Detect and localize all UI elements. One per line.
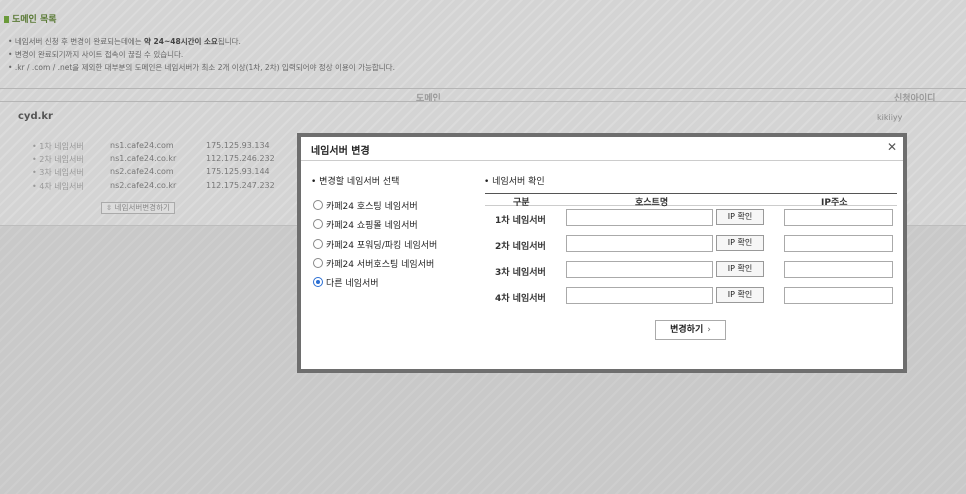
- notice-item: 네임서버 신청 후 변경이 완료되는데에는 약 24~48시간이 소요됩니다.: [8, 35, 395, 48]
- nameserver-change-dialog: 네임서버 변경 ✕ 변경할 네임서버 선택 카페24 호스팅 네임서버 카페24…: [297, 133, 907, 373]
- dialog-header: 네임서버 변경 ✕: [301, 137, 903, 161]
- radio-icon[interactable]: [313, 239, 323, 249]
- notice-item: .kr / .com / .net을 제외한 대부분의 도메인은 네임서버가 최…: [8, 61, 395, 74]
- radio-icon[interactable]: [313, 200, 323, 210]
- column-header-type: 구분: [513, 198, 530, 208]
- ip-check-button-2[interactable]: IP 확인: [716, 235, 764, 251]
- host-input-1[interactable]: [566, 209, 713, 226]
- ip-check-button-4[interactable]: IP 확인: [716, 287, 764, 303]
- column-header-domain: 도메인: [416, 94, 441, 104]
- chevron-right-icon: ›: [707, 325, 711, 335]
- host-input-2[interactable]: [566, 235, 713, 252]
- notice-item: 변경이 완료되기까지 사이트 접속이 끊길 수 있습니다.: [8, 48, 395, 61]
- column-header-host: 호스트명: [635, 198, 669, 208]
- dialog-title: 네임서버 변경: [311, 146, 370, 157]
- radio-cafe24-serverhosting[interactable]: 카페24 서버호스팅 네임서버: [313, 256, 434, 270]
- ip-check-button-3[interactable]: IP 확인: [716, 261, 764, 277]
- radio-selected-icon[interactable]: [313, 277, 323, 287]
- title-marker-icon: [4, 16, 9, 23]
- select-section-title: 변경할 네임서버 선택: [311, 174, 399, 187]
- column-header-applicant: 신청아이디: [894, 94, 936, 104]
- column-header-ip: IP주소: [821, 198, 848, 208]
- change-nameserver-button[interactable]: ⇳ 네임서버변경하기: [101, 202, 175, 214]
- ip-input-2[interactable]: [784, 235, 893, 252]
- row-label: 2차 네임서버: [495, 242, 546, 252]
- ip-input-1[interactable]: [784, 209, 893, 226]
- host-input-3[interactable]: [566, 261, 713, 278]
- page-title: 도메인 목록: [4, 12, 57, 25]
- applicant-id: kikiiyy: [877, 113, 903, 122]
- row-label: 4차 네임서버: [495, 294, 546, 304]
- radio-icon[interactable]: [313, 219, 323, 229]
- divider: [0, 88, 966, 89]
- notice-list: 네임서버 신청 후 변경이 완료되는데에는 약 24~48시간이 소요됩니다. …: [8, 35, 395, 74]
- divider: [0, 101, 966, 102]
- table-header: 구분 호스트명 IP주소: [485, 193, 897, 208]
- submit-change-button[interactable]: 변경하기 ›: [655, 320, 726, 340]
- row-label: 3차 네임서버: [495, 268, 546, 278]
- row-label: 1차 네임서버: [495, 216, 546, 226]
- radio-cafe24-hosting[interactable]: 카페24 호스팅 네임서버: [313, 198, 418, 212]
- close-icon[interactable]: ✕: [887, 140, 897, 154]
- radio-other-nameserver[interactable]: 다른 네임서버: [313, 275, 379, 289]
- radio-cafe24-shoppingmall[interactable]: 카페24 쇼핑몰 네임서버: [313, 217, 418, 231]
- radio-cafe24-forwarding[interactable]: 카페24 포워딩/파킹 네임서버: [313, 237, 437, 251]
- ip-input-3[interactable]: [784, 261, 893, 278]
- confirm-section-title: 네임서버 확인: [484, 174, 545, 187]
- host-input-4[interactable]: [566, 287, 713, 304]
- radio-icon[interactable]: [313, 258, 323, 268]
- domain-name: cyd.kr: [18, 111, 53, 122]
- ip-check-button-1[interactable]: IP 확인: [716, 209, 764, 225]
- ip-input-4[interactable]: [784, 287, 893, 304]
- change-icon: ⇳: [106, 203, 115, 212]
